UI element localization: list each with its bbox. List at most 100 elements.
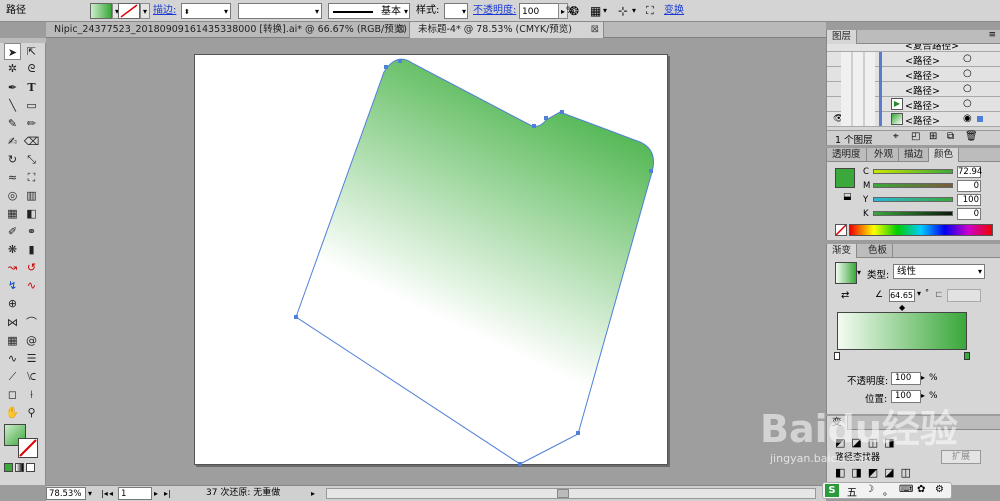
- chevron-down-icon[interactable]: ▾: [224, 4, 228, 20]
- fill-color-swatch[interactable]: [835, 168, 855, 188]
- tab-document-1[interactable]: Nipic_24377523_20180909161435338000 [转换]…: [46, 22, 410, 38]
- knife-tool-icon[interactable]: ⟊: [23, 386, 40, 403]
- close-icon[interactable]: ⊠: [591, 22, 599, 37]
- new-sublayer-icon[interactable]: ⊞: [929, 131, 937, 142]
- line-tool-icon[interactable]: ╲: [4, 97, 21, 114]
- envelope-tool-icon[interactable]: ⋈: [4, 314, 21, 331]
- lasso-tool-icon[interactable]: ᘓ: [23, 60, 40, 77]
- slice-tool-icon[interactable]: ⟈: [23, 368, 40, 385]
- artwork[interactable]: [46, 38, 826, 485]
- ime-width[interactable]: ☽: [865, 484, 874, 495]
- opacity-dropdown[interactable]: ▸: [921, 373, 925, 382]
- pathfinder-icons[interactable]: ◧◨◩◪◫: [835, 466, 917, 479]
- tab-appearance[interactable]: 外观: [869, 148, 900, 162]
- scale-tool-icon[interactable]: ⤡: [23, 151, 40, 168]
- cyan-value[interactable]: 72.94: [957, 166, 982, 178]
- settings-icon[interactable]: ⚙: [935, 484, 944, 495]
- arc-tool-icon[interactable]: ⌒: [23, 314, 40, 331]
- blend-tool-icon[interactable]: ⚭: [23, 223, 40, 240]
- gradient-slider[interactable]: [837, 312, 967, 350]
- horizontal-scrollbar[interactable]: [326, 488, 816, 499]
- last-artboard-icon[interactable]: ▸|: [164, 487, 171, 500]
- custom-tool-2-icon[interactable]: ↺: [23, 259, 40, 276]
- tab-document-2[interactable]: 未标题-4* @ 78.53% (CMYK/预览) ⊠: [410, 22, 604, 38]
- magic-wand-tool-icon[interactable]: ✲: [4, 60, 21, 77]
- cyan-slider[interactable]: [873, 169, 953, 174]
- close-icon[interactable]: ⊠: [397, 22, 405, 37]
- first-artboard-icon[interactable]: |◂: [101, 487, 108, 500]
- recolor-icon[interactable]: ❂: [569, 3, 579, 19]
- measure-tool-icon[interactable]: ⟋: [4, 368, 21, 385]
- tab-transparency[interactable]: 透明度: [827, 148, 867, 162]
- midpoint-diamond-icon[interactable]: ◆: [899, 303, 905, 312]
- magenta-slider[interactable]: [873, 183, 953, 188]
- grid-tool-icon[interactable]: ▦: [4, 332, 21, 349]
- chevron-down-icon[interactable]: ▾: [632, 3, 636, 19]
- column-graph-tool-icon[interactable]: ▮: [23, 241, 40, 258]
- selection-tool-icon[interactable]: ➤: [4, 43, 21, 60]
- next-artboard-icon[interactable]: ▸: [154, 487, 158, 500]
- pencil-tool-icon[interactable]: ✏: [23, 115, 40, 132]
- document-setup-icon[interactable]: ▦: [590, 3, 601, 19]
- eraser-tool-icon[interactable]: ⌫: [23, 133, 40, 150]
- black-value[interactable]: 0: [957, 208, 981, 220]
- zoom-field[interactable]: 78.53%: [46, 487, 86, 500]
- list-tool-icon[interactable]: ☰: [23, 350, 40, 367]
- target-icon[interactable]: ○: [963, 68, 972, 79]
- color-mode-icon[interactable]: [4, 463, 13, 472]
- visibility-columns[interactable]: [841, 52, 875, 126]
- reverse-gradient-icon[interactable]: ⇄: [841, 290, 849, 301]
- pen-tool-icon[interactable]: ✒: [4, 79, 21, 96]
- paintbrush-tool-icon[interactable]: ✎: [4, 115, 21, 132]
- chevron-down-icon[interactable]: ▾: [603, 3, 607, 19]
- opacity-link[interactable]: 不透明度:: [473, 3, 516, 19]
- tab-swatches[interactable]: 色板: [863, 244, 894, 258]
- custom-tool-4-icon[interactable]: ∿: [23, 277, 40, 294]
- gradient-tool-icon[interactable]: ◧: [23, 205, 40, 222]
- crosshair-tool-icon[interactable]: ⊕: [4, 295, 21, 312]
- perspective-grid-tool-icon[interactable]: ▥: [23, 187, 40, 204]
- target-icon[interactable]: ◉: [963, 113, 972, 124]
- fill-swatch[interactable]: [90, 3, 112, 19]
- blob-brush-tool-icon[interactable]: ✍: [4, 133, 21, 150]
- chevron-down-icon[interactable]: ▾: [88, 487, 92, 500]
- gradient-stop-start[interactable]: [834, 352, 840, 360]
- zoom-tool-icon[interactable]: ⚲: [23, 404, 40, 421]
- chevron-down-icon[interactable]: ▾: [462, 4, 466, 20]
- align-icon[interactable]: ⛶: [646, 3, 654, 19]
- keyboard-icon[interactable]: ⌨: [899, 484, 913, 495]
- stroke-weight-field[interactable]: ⬍ ▾: [181, 3, 231, 19]
- wave-tool-icon[interactable]: ∿: [4, 350, 21, 367]
- color-spectrum[interactable]: [849, 224, 993, 236]
- make-clipping-mask-icon[interactable]: ◰: [911, 131, 920, 142]
- variable-width-field[interactable]: ▾: [238, 3, 322, 19]
- isolate-icon[interactable]: ⊹: [618, 3, 628, 19]
- stroke-profile-field[interactable]: 基本 ▾: [328, 3, 410, 19]
- target-icon[interactable]: ○: [963, 83, 972, 94]
- gradient-stop-end[interactable]: [964, 352, 970, 360]
- rotate-tool-icon[interactable]: ↻: [4, 151, 21, 168]
- angle-field[interactable]: 64.65: [889, 289, 915, 302]
- artboard-number-field[interactable]: 1: [118, 487, 152, 500]
- stepper-icon[interactable]: ⬍: [184, 4, 190, 20]
- stroke-link[interactable]: 描边:: [153, 3, 176, 19]
- prev-artboard-icon[interactable]: ◂: [109, 487, 113, 500]
- chevron-down-icon[interactable]: ▾: [315, 4, 319, 20]
- ime-punct[interactable]: 。: [883, 483, 893, 498]
- delete-icon[interactable]: 🗑: [965, 131, 978, 142]
- target-icon[interactable]: ○: [963, 53, 972, 64]
- stroke-color-box[interactable]: [18, 438, 38, 458]
- ime-logo-icon[interactable]: S: [825, 484, 839, 497]
- gradient-shape[interactable]: [295, 58, 654, 465]
- tab-stroke[interactable]: 描边: [899, 148, 930, 162]
- none-mode-icon[interactable]: [26, 463, 35, 472]
- canvas-area[interactable]: [46, 38, 826, 485]
- stroke-swatch[interactable]: [118, 3, 140, 19]
- free-transform-tool-icon[interactable]: ⛶: [23, 169, 40, 186]
- direct-selection-tool-icon[interactable]: ⇱: [23, 43, 40, 60]
- layer-row[interactable]: <复合路径>: [827, 44, 1000, 52]
- mesh-tool-icon[interactable]: ▦: [4, 205, 21, 222]
- panel-menu-icon[interactable]: ≡: [988, 30, 996, 40]
- type-tool-icon[interactable]: T: [23, 79, 40, 96]
- eyedropper-tool-icon[interactable]: ✐: [4, 223, 21, 240]
